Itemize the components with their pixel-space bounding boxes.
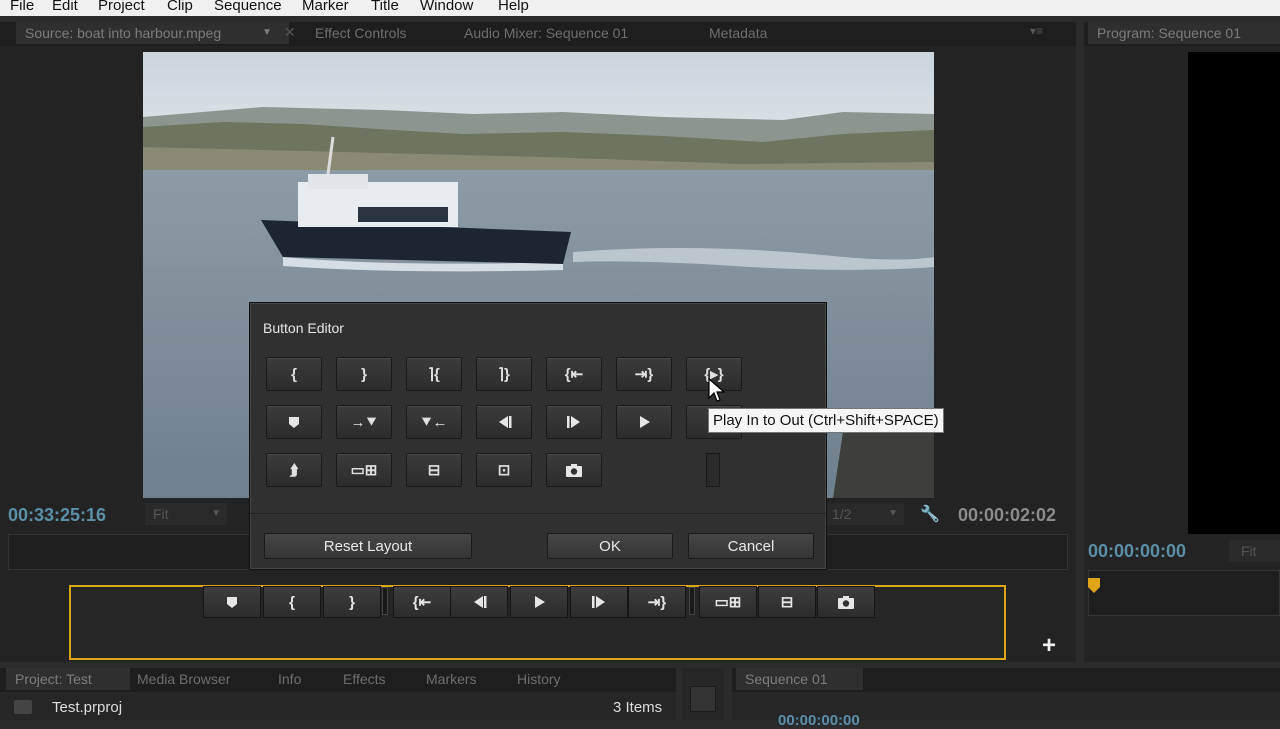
insert-button[interactable]: ▭⊞ bbox=[336, 453, 392, 487]
program-fit-dropdown[interactable]: Fit bbox=[1229, 540, 1280, 562]
program-monitor-panel: Program: Sequence 01 00:00:00:00 Fit bbox=[1084, 22, 1280, 662]
tab-menu-icon[interactable]: ▼ bbox=[262, 22, 272, 44]
tab-program[interactable]: Program: Sequence 01 bbox=[1088, 22, 1280, 44]
source-duration: 00:00:02:02 bbox=[958, 505, 1057, 525]
mark-in-button[interactable]: { bbox=[266, 357, 322, 391]
bar-step-forward-button[interactable] bbox=[570, 586, 628, 618]
program-timeline-ruler[interactable] bbox=[1088, 570, 1280, 616]
menu-file[interactable]: File bbox=[10, 0, 34, 14]
bar-export-frame-button[interactable] bbox=[817, 586, 875, 618]
source-tab-bar: Source: boat into harbour.mpeg ▼ ✕ Effec… bbox=[0, 22, 1076, 46]
folder-icon bbox=[14, 700, 32, 714]
mark-clip-in-button[interactable]: ⌉{ bbox=[406, 357, 462, 391]
timeline-tab-bar: Sequence 01 bbox=[732, 668, 1280, 692]
export-frame-clip-button[interactable]: ⮭ bbox=[266, 453, 322, 487]
playhead-icon[interactable] bbox=[1088, 578, 1100, 594]
menu-project[interactable]: Project bbox=[98, 0, 145, 14]
program-timecode[interactable]: 00:00:00:00 bbox=[1088, 541, 1186, 562]
safe-margins-button[interactable]: ⊡ bbox=[476, 453, 532, 487]
go-to-next-marker-button[interactable]: →⯆ bbox=[336, 405, 392, 439]
ok-button[interactable]: OK bbox=[547, 533, 673, 559]
wrench-icon[interactable]: 🔧 bbox=[920, 504, 940, 524]
tab-history[interactable]: History bbox=[508, 668, 561, 690]
dialog-divider bbox=[250, 513, 828, 514]
dialog-title: Button Editor bbox=[263, 320, 344, 336]
project-file-name: Test.prproj bbox=[52, 699, 123, 716]
bar-mark-out-button[interactable]: } bbox=[323, 586, 381, 618]
resolution-dropdown[interactable]: 1/2 ▼ bbox=[826, 503, 904, 525]
bar-step-back-button[interactable] bbox=[450, 586, 508, 618]
fit-dropdown[interactable]: Fit ▼ bbox=[145, 503, 227, 525]
mark-clip-out-button[interactable]: ⌉} bbox=[476, 357, 532, 391]
menu-clip[interactable]: Clip bbox=[167, 0, 193, 14]
program-video-frame bbox=[1188, 52, 1280, 534]
export-frame-button[interactable] bbox=[546, 453, 602, 487]
tooltip: Play In to Out (Ctrl+Shift+SPACE) bbox=[708, 408, 944, 433]
menu-edit[interactable]: Edit bbox=[52, 0, 78, 14]
tab-audio-mixer[interactable]: Audio Mixer: Sequence 01 bbox=[455, 22, 628, 44]
program-tab-bar: Program: Sequence 01 bbox=[1084, 22, 1280, 46]
menu-sequence[interactable]: Sequence bbox=[214, 0, 282, 14]
add-marker-button[interactable] bbox=[266, 405, 322, 439]
tab-info[interactable]: Info bbox=[269, 668, 301, 690]
bar-add-marker-button[interactable] bbox=[203, 586, 261, 618]
bar-spacer bbox=[689, 587, 695, 615]
close-icon[interactable]: ✕ bbox=[284, 24, 296, 41]
bar-go-to-in-button[interactable]: {⇤ bbox=[393, 586, 451, 618]
panel-menu-icon[interactable]: ▾≡ bbox=[1030, 24, 1043, 38]
add-button-icon[interactable]: + bbox=[1042, 632, 1056, 660]
menu-marker[interactable]: Marker bbox=[302, 0, 349, 14]
source-timecode[interactable]: 00:33:25:16 bbox=[8, 505, 106, 526]
tab-metadata[interactable]: Metadata bbox=[700, 22, 767, 44]
spacer-button[interactable] bbox=[706, 453, 720, 487]
selection-tool-icon[interactable] bbox=[690, 686, 716, 712]
step-forward-button[interactable] bbox=[546, 405, 602, 439]
go-to-prev-marker-button[interactable]: ⯆← bbox=[406, 405, 462, 439]
tab-project[interactable]: Project: Test bbox=[6, 668, 130, 690]
project-tab-bar: Project: Test Media Browser Info Effects… bbox=[0, 668, 676, 692]
bar-overlay-button[interactable]: ⊟ bbox=[758, 586, 816, 618]
bar-mark-in-button[interactable]: { bbox=[263, 586, 321, 618]
reset-layout-button[interactable]: Reset Layout bbox=[264, 533, 472, 559]
menu-bar: File Edit Project Clip Sequence Marker T… bbox=[0, 0, 1280, 16]
mark-out-button[interactable]: } bbox=[336, 357, 392, 391]
tools-panel bbox=[682, 668, 724, 720]
tab-effect-controls[interactable]: Effect Controls bbox=[306, 22, 407, 44]
tab-sequence[interactable]: Sequence 01 bbox=[736, 668, 863, 690]
bar-spacer bbox=[382, 587, 388, 615]
project-panel: Project: Test Media Browser Info Effects… bbox=[0, 668, 676, 720]
bar-go-to-out-button[interactable]: ⇥} bbox=[628, 586, 686, 618]
go-to-out-button[interactable]: ⇥} bbox=[616, 357, 672, 391]
sequence-timecode[interactable]: 00:00:00:00 bbox=[778, 712, 860, 729]
tab-markers[interactable]: Markers bbox=[417, 668, 477, 690]
menu-help[interactable]: Help bbox=[498, 0, 529, 14]
go-to-in-button[interactable]: {⇤ bbox=[546, 357, 602, 391]
cancel-button[interactable]: Cancel bbox=[688, 533, 814, 559]
menu-window[interactable]: Window bbox=[420, 0, 473, 14]
mouse-cursor-icon bbox=[708, 377, 726, 404]
bar-insert-button[interactable]: ▭⊞ bbox=[699, 586, 757, 618]
menu-title[interactable]: Title bbox=[371, 0, 399, 14]
play-button[interactable] bbox=[616, 405, 672, 439]
step-back-button[interactable] bbox=[476, 405, 532, 439]
tab-effects[interactable]: Effects bbox=[334, 668, 386, 690]
project-item-count: 3 Items bbox=[613, 699, 663, 716]
tab-media-browser[interactable]: Media Browser bbox=[128, 668, 230, 690]
timeline-panel: Sequence 01 00:00:00:00 bbox=[732, 668, 1280, 729]
button-editor-dialog: Button Editor { } ⌉{ ⌉} {⇤ ⇥} {▸} →⯆ ⯆← … bbox=[249, 302, 828, 570]
tab-source[interactable]: Source: boat into harbour.mpeg ▼ bbox=[16, 22, 289, 44]
overlay-button[interactable]: ⊟ bbox=[406, 453, 462, 487]
bar-play-button[interactable] bbox=[510, 586, 568, 618]
